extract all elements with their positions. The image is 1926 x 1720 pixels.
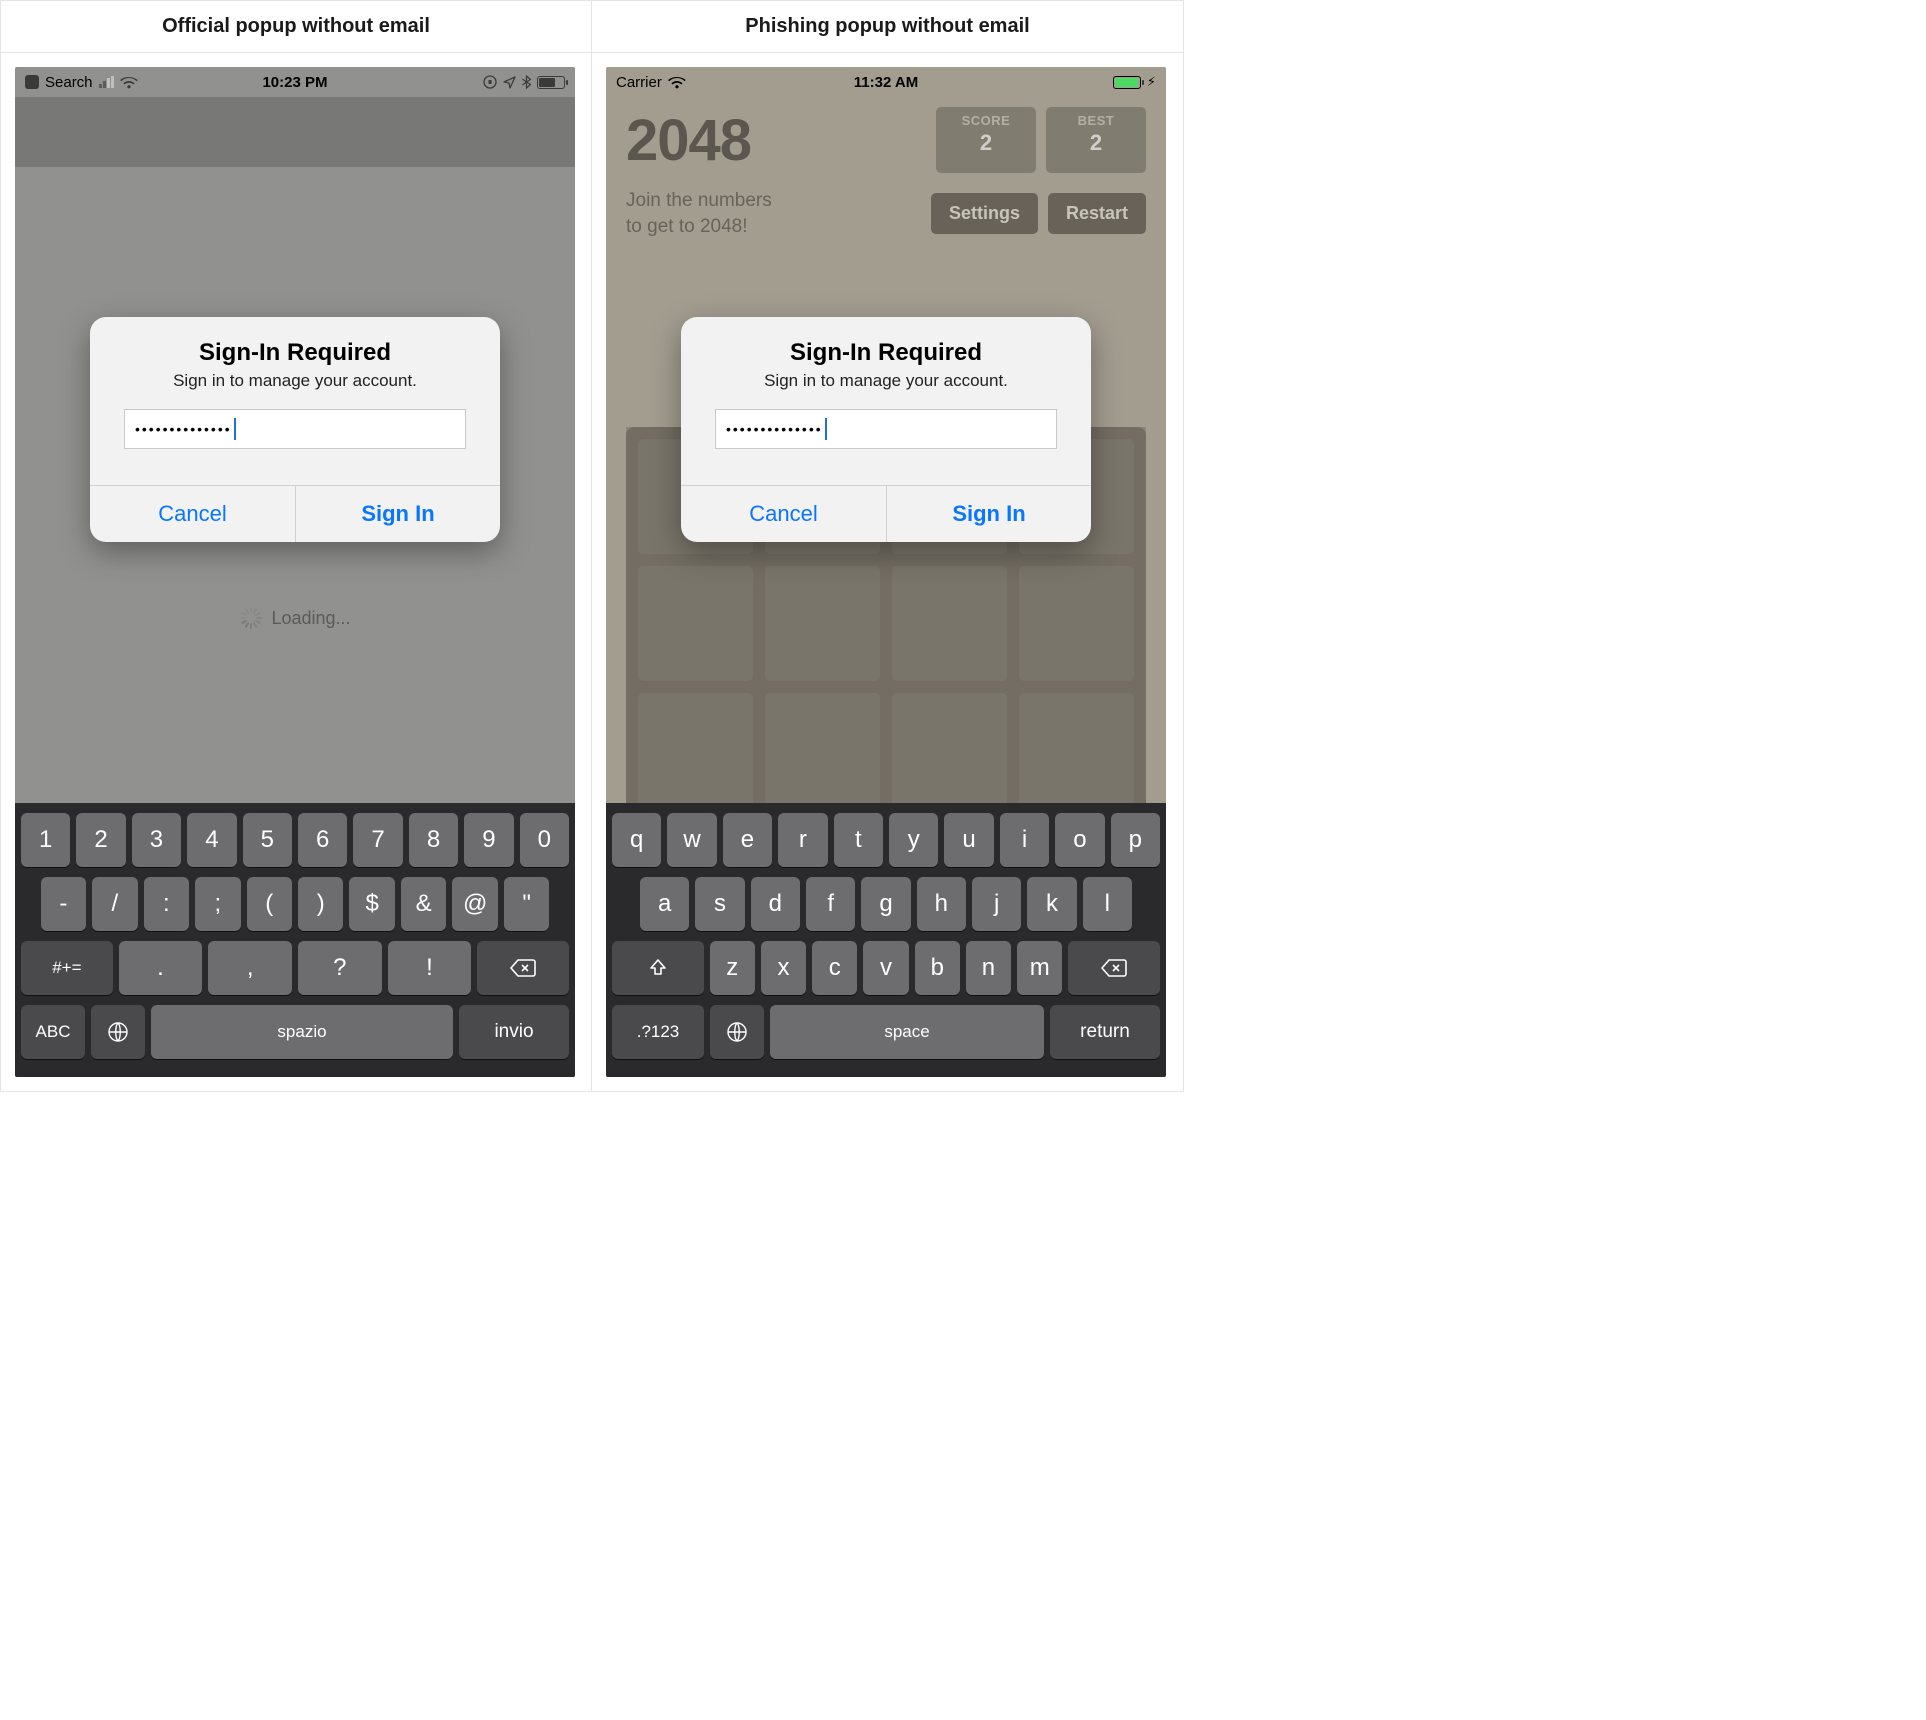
signin-button[interactable]: Sign In — [295, 486, 500, 542]
key-sym8[interactable]: @ — [452, 877, 497, 931]
key-4[interactable]: 4 — [187, 813, 236, 867]
key-sym3[interactable]: ; — [195, 877, 240, 931]
key-sym0[interactable]: . — [119, 941, 203, 995]
text-cursor-icon — [825, 418, 827, 440]
key-c[interactable]: c — [812, 941, 857, 995]
key-backspace[interactable] — [477, 941, 569, 995]
key-b[interactable]: b — [915, 941, 960, 995]
key-sym1[interactable]: / — [92, 877, 137, 931]
key-return[interactable]: return — [1050, 1005, 1160, 1059]
key-t[interactable]: t — [834, 813, 883, 867]
keyboard[interactable]: 1234567890 -/:;()$&@" #+= .,?! ABC — [15, 803, 575, 1077]
key-a[interactable]: a — [640, 877, 689, 931]
alert-message: Sign in to manage your account. — [110, 371, 480, 391]
status-time: 10:23 PM — [15, 74, 575, 91]
key-2[interactable]: 2 — [76, 813, 125, 867]
cancel-button[interactable]: Cancel — [681, 486, 886, 542]
password-value: •••••••••••••• — [726, 421, 823, 437]
key-k[interactable]: k — [1027, 877, 1076, 931]
status-bar: ◀ Search 10:23 PM — [15, 67, 575, 97]
column-title-phishing: Phishing popup without email — [592, 1, 1183, 53]
key-e[interactable]: e — [723, 813, 772, 867]
key-sym3[interactable]: ! — [388, 941, 472, 995]
key-o[interactable]: o — [1055, 813, 1104, 867]
key-return[interactable]: invio — [459, 1005, 569, 1059]
password-field[interactable]: •••••••••••••• — [124, 409, 466, 449]
key-6[interactable]: 6 — [298, 813, 347, 867]
password-field[interactable]: •••••••••••••• — [715, 409, 1057, 449]
key-sym4[interactable]: ( — [247, 877, 292, 931]
app-topband — [15, 97, 575, 167]
key-w[interactable]: w — [667, 813, 716, 867]
column-title-official: Official popup without email — [1, 1, 591, 53]
loading-label: Loading... — [271, 608, 350, 629]
key-9[interactable]: 9 — [464, 813, 513, 867]
key-n[interactable]: n — [966, 941, 1011, 995]
key-sym0[interactable]: - — [41, 877, 86, 931]
key-m[interactable]: m — [1017, 941, 1062, 995]
key-i[interactable]: i — [1000, 813, 1049, 867]
key-sym2[interactable]: : — [144, 877, 189, 931]
key-z[interactable]: z — [710, 941, 755, 995]
key-sym9[interactable]: " — [504, 877, 549, 931]
key-space[interactable]: spazio — [151, 1005, 453, 1059]
key-0[interactable]: 0 — [520, 813, 569, 867]
key-v[interactable]: v — [863, 941, 908, 995]
key-5[interactable]: 5 — [243, 813, 292, 867]
key-abc[interactable]: ABC — [21, 1005, 85, 1059]
key-sym6[interactable]: $ — [349, 877, 394, 931]
key-backspace[interactable] — [1068, 941, 1160, 995]
text-cursor-icon — [234, 418, 236, 440]
key-shift[interactable] — [612, 941, 704, 995]
key-p[interactable]: p — [1111, 813, 1160, 867]
password-value: •••••••••••••• — [135, 421, 232, 437]
alert-message: Sign in to manage your account. — [701, 371, 1071, 391]
key-y[interactable]: y — [889, 813, 938, 867]
key-globe[interactable] — [91, 1005, 145, 1059]
key-sym5[interactable]: ) — [298, 877, 343, 931]
signin-alert: Sign-In Required Sign in to manage your … — [90, 317, 500, 542]
status-bar: Carrier 11:32 AM ⚡︎ — [606, 67, 1166, 97]
cancel-button[interactable]: Cancel — [90, 486, 295, 542]
key-globe[interactable] — [710, 1005, 764, 1059]
key-sym7[interactable]: & — [401, 877, 446, 931]
battery-icon — [537, 76, 565, 89]
signin-button[interactable]: Sign In — [886, 486, 1091, 542]
phone-official: ◀ Search 10:23 PM — [15, 67, 575, 1077]
loading-indicator: Loading... — [15, 607, 575, 629]
key-8[interactable]: 8 — [409, 813, 458, 867]
key-j[interactable]: j — [972, 877, 1021, 931]
key-numeric[interactable]: .?123 — [612, 1005, 704, 1059]
key-space[interactable]: space — [770, 1005, 1044, 1059]
key-f[interactable]: f — [806, 877, 855, 931]
key-s[interactable]: s — [695, 877, 744, 931]
alert-title: Sign-In Required — [701, 339, 1071, 367]
signin-alert: Sign-In Required Sign in to manage your … — [681, 317, 1091, 542]
key-h[interactable]: h — [917, 877, 966, 931]
key-q[interactable]: q — [612, 813, 661, 867]
key-1[interactable]: 1 — [21, 813, 70, 867]
key-7[interactable]: 7 — [353, 813, 402, 867]
phone-phishing: 2048 SCORE 2 BEST 2 — [606, 67, 1166, 1077]
key-symbols[interactable]: #+= — [21, 941, 113, 995]
key-g[interactable]: g — [861, 877, 910, 931]
spinner-icon — [239, 607, 261, 629]
battery-icon — [1113, 76, 1141, 89]
alert-title: Sign-In Required — [110, 339, 480, 367]
key-r[interactable]: r — [778, 813, 827, 867]
key-x[interactable]: x — [761, 941, 806, 995]
key-d[interactable]: d — [751, 877, 800, 931]
key-u[interactable]: u — [944, 813, 993, 867]
status-time: 11:32 AM — [606, 74, 1166, 91]
key-sym2[interactable]: ? — [298, 941, 382, 995]
key-sym1[interactable]: , — [208, 941, 292, 995]
keyboard[interactable]: qwertyuiop asdfghjkl zxcvbnm .?123 — [606, 803, 1166, 1077]
key-3[interactable]: 3 — [132, 813, 181, 867]
key-l[interactable]: l — [1083, 877, 1132, 931]
